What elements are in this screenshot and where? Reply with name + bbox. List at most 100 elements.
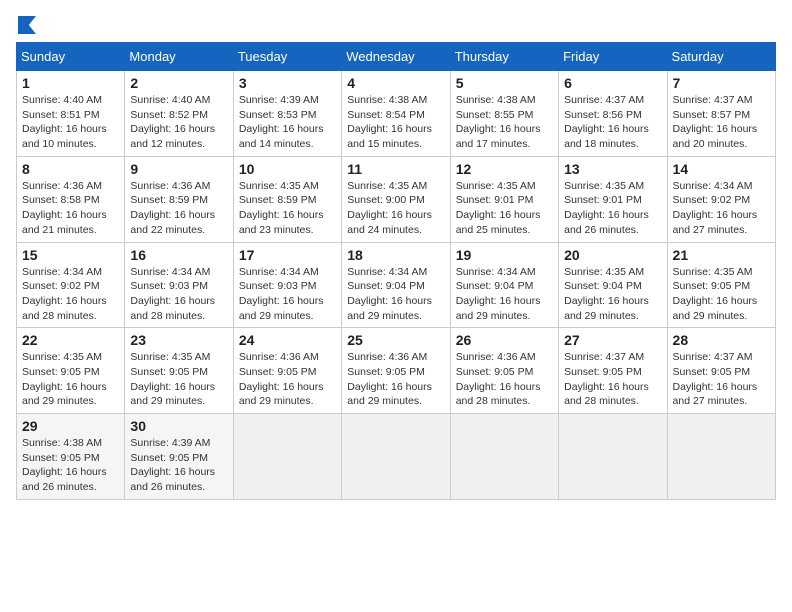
- calendar-week-5: 29 Sunrise: 4:38 AM Sunset: 9:05 PM Dayl…: [17, 414, 776, 500]
- calendar-cell: [342, 414, 450, 500]
- calendar-cell: 25 Sunrise: 4:36 AM Sunset: 9:05 PM Dayl…: [342, 328, 450, 414]
- calendar-header-monday: Monday: [125, 43, 233, 71]
- day-info: Sunrise: 4:39 AM Sunset: 9:05 PM Dayligh…: [130, 436, 227, 495]
- calendar-week-2: 8 Sunrise: 4:36 AM Sunset: 8:58 PM Dayli…: [17, 156, 776, 242]
- day-info: Sunrise: 4:34 AM Sunset: 9:04 PM Dayligh…: [347, 265, 444, 324]
- day-info: Sunrise: 4:35 AM Sunset: 8:59 PM Dayligh…: [239, 179, 336, 238]
- calendar-cell: 1 Sunrise: 4:40 AM Sunset: 8:51 PM Dayli…: [17, 71, 125, 157]
- day-number: 5: [456, 75, 553, 91]
- calendar-header-saturday: Saturday: [667, 43, 775, 71]
- day-info: Sunrise: 4:34 AM Sunset: 9:03 PM Dayligh…: [239, 265, 336, 324]
- day-number: 25: [347, 332, 444, 348]
- calendar-cell: 19 Sunrise: 4:34 AM Sunset: 9:04 PM Dayl…: [450, 242, 558, 328]
- calendar-cell: 9 Sunrise: 4:36 AM Sunset: 8:59 PM Dayli…: [125, 156, 233, 242]
- day-number: 16: [130, 247, 227, 263]
- day-number: 11: [347, 161, 444, 177]
- day-info: Sunrise: 4:35 AM Sunset: 9:00 PM Dayligh…: [347, 179, 444, 238]
- day-number: 28: [673, 332, 770, 348]
- day-number: 17: [239, 247, 336, 263]
- day-number: 24: [239, 332, 336, 348]
- day-info: Sunrise: 4:36 AM Sunset: 9:05 PM Dayligh…: [347, 350, 444, 409]
- calendar-cell: 29 Sunrise: 4:38 AM Sunset: 9:05 PM Dayl…: [17, 414, 125, 500]
- day-info: Sunrise: 4:39 AM Sunset: 8:53 PM Dayligh…: [239, 93, 336, 152]
- day-info: Sunrise: 4:37 AM Sunset: 9:05 PM Dayligh…: [673, 350, 770, 409]
- day-number: 19: [456, 247, 553, 263]
- calendar-cell: 5 Sunrise: 4:38 AM Sunset: 8:55 PM Dayli…: [450, 71, 558, 157]
- day-info: Sunrise: 4:37 AM Sunset: 8:56 PM Dayligh…: [564, 93, 661, 152]
- day-number: 3: [239, 75, 336, 91]
- calendar-cell: 20 Sunrise: 4:35 AM Sunset: 9:04 PM Dayl…: [559, 242, 667, 328]
- calendar-cell: [667, 414, 775, 500]
- calendar-cell: 30 Sunrise: 4:39 AM Sunset: 9:05 PM Dayl…: [125, 414, 233, 500]
- calendar-cell: 24 Sunrise: 4:36 AM Sunset: 9:05 PM Dayl…: [233, 328, 341, 414]
- day-number: 15: [22, 247, 119, 263]
- calendar-cell: 3 Sunrise: 4:39 AM Sunset: 8:53 PM Dayli…: [233, 71, 341, 157]
- calendar-cell: 28 Sunrise: 4:37 AM Sunset: 9:05 PM Dayl…: [667, 328, 775, 414]
- calendar-cell: 7 Sunrise: 4:37 AM Sunset: 8:57 PM Dayli…: [667, 71, 775, 157]
- calendar-cell: [450, 414, 558, 500]
- day-info: Sunrise: 4:38 AM Sunset: 8:55 PM Dayligh…: [456, 93, 553, 152]
- day-number: 12: [456, 161, 553, 177]
- calendar-header-friday: Friday: [559, 43, 667, 71]
- calendar-cell: 8 Sunrise: 4:36 AM Sunset: 8:58 PM Dayli…: [17, 156, 125, 242]
- day-number: 22: [22, 332, 119, 348]
- day-info: Sunrise: 4:37 AM Sunset: 9:05 PM Dayligh…: [564, 350, 661, 409]
- calendar-cell: 17 Sunrise: 4:34 AM Sunset: 9:03 PM Dayl…: [233, 242, 341, 328]
- day-info: Sunrise: 4:35 AM Sunset: 9:05 PM Dayligh…: [130, 350, 227, 409]
- calendar-cell: [233, 414, 341, 500]
- calendar-cell: 2 Sunrise: 4:40 AM Sunset: 8:52 PM Dayli…: [125, 71, 233, 157]
- calendar-cell: 13 Sunrise: 4:35 AM Sunset: 9:01 PM Dayl…: [559, 156, 667, 242]
- day-number: 26: [456, 332, 553, 348]
- day-info: Sunrise: 4:36 AM Sunset: 9:05 PM Dayligh…: [456, 350, 553, 409]
- day-info: Sunrise: 4:34 AM Sunset: 9:03 PM Dayligh…: [130, 265, 227, 324]
- calendar-header-sunday: Sunday: [17, 43, 125, 71]
- calendar-cell: 23 Sunrise: 4:35 AM Sunset: 9:05 PM Dayl…: [125, 328, 233, 414]
- day-number: 21: [673, 247, 770, 263]
- day-info: Sunrise: 4:35 AM Sunset: 9:04 PM Dayligh…: [564, 265, 661, 324]
- day-info: Sunrise: 4:40 AM Sunset: 8:52 PM Dayligh…: [130, 93, 227, 152]
- day-number: 1: [22, 75, 119, 91]
- day-info: Sunrise: 4:37 AM Sunset: 8:57 PM Dayligh…: [673, 93, 770, 152]
- day-number: 18: [347, 247, 444, 263]
- calendar-cell: 4 Sunrise: 4:38 AM Sunset: 8:54 PM Dayli…: [342, 71, 450, 157]
- day-info: Sunrise: 4:35 AM Sunset: 9:05 PM Dayligh…: [22, 350, 119, 409]
- day-info: Sunrise: 4:34 AM Sunset: 9:02 PM Dayligh…: [22, 265, 119, 324]
- calendar-cell: 27 Sunrise: 4:37 AM Sunset: 9:05 PM Dayl…: [559, 328, 667, 414]
- calendar-cell: 18 Sunrise: 4:34 AM Sunset: 9:04 PM Dayl…: [342, 242, 450, 328]
- day-info: Sunrise: 4:36 AM Sunset: 8:58 PM Dayligh…: [22, 179, 119, 238]
- calendar-cell: 15 Sunrise: 4:34 AM Sunset: 9:02 PM Dayl…: [17, 242, 125, 328]
- calendar-week-1: 1 Sunrise: 4:40 AM Sunset: 8:51 PM Dayli…: [17, 71, 776, 157]
- day-info: Sunrise: 4:35 AM Sunset: 9:01 PM Dayligh…: [456, 179, 553, 238]
- calendar-header-thursday: Thursday: [450, 43, 558, 71]
- day-info: Sunrise: 4:36 AM Sunset: 8:59 PM Dayligh…: [130, 179, 227, 238]
- header: [16, 16, 776, 34]
- logo-icon: [18, 16, 36, 34]
- day-number: 27: [564, 332, 661, 348]
- day-number: 9: [130, 161, 227, 177]
- day-number: 7: [673, 75, 770, 91]
- calendar-header-row: SundayMondayTuesdayWednesdayThursdayFrid…: [17, 43, 776, 71]
- calendar-cell: 11 Sunrise: 4:35 AM Sunset: 9:00 PM Dayl…: [342, 156, 450, 242]
- day-number: 10: [239, 161, 336, 177]
- day-info: Sunrise: 4:36 AM Sunset: 9:05 PM Dayligh…: [239, 350, 336, 409]
- day-number: 29: [22, 418, 119, 434]
- day-number: 20: [564, 247, 661, 263]
- calendar-cell: [559, 414, 667, 500]
- calendar-cell: 22 Sunrise: 4:35 AM Sunset: 9:05 PM Dayl…: [17, 328, 125, 414]
- calendar-week-4: 22 Sunrise: 4:35 AM Sunset: 9:05 PM Dayl…: [17, 328, 776, 414]
- day-info: Sunrise: 4:34 AM Sunset: 9:02 PM Dayligh…: [673, 179, 770, 238]
- calendar-table: SundayMondayTuesdayWednesdayThursdayFrid…: [16, 42, 776, 500]
- calendar-cell: 12 Sunrise: 4:35 AM Sunset: 9:01 PM Dayl…: [450, 156, 558, 242]
- calendar-cell: 26 Sunrise: 4:36 AM Sunset: 9:05 PM Dayl…: [450, 328, 558, 414]
- day-info: Sunrise: 4:38 AM Sunset: 9:05 PM Dayligh…: [22, 436, 119, 495]
- day-number: 13: [564, 161, 661, 177]
- day-number: 23: [130, 332, 227, 348]
- calendar-header-wednesday: Wednesday: [342, 43, 450, 71]
- day-info: Sunrise: 4:35 AM Sunset: 9:01 PM Dayligh…: [564, 179, 661, 238]
- calendar-cell: 10 Sunrise: 4:35 AM Sunset: 8:59 PM Dayl…: [233, 156, 341, 242]
- day-info: Sunrise: 4:40 AM Sunset: 8:51 PM Dayligh…: [22, 93, 119, 152]
- calendar-week-3: 15 Sunrise: 4:34 AM Sunset: 9:02 PM Dayl…: [17, 242, 776, 328]
- day-number: 8: [22, 161, 119, 177]
- day-info: Sunrise: 4:38 AM Sunset: 8:54 PM Dayligh…: [347, 93, 444, 152]
- day-number: 6: [564, 75, 661, 91]
